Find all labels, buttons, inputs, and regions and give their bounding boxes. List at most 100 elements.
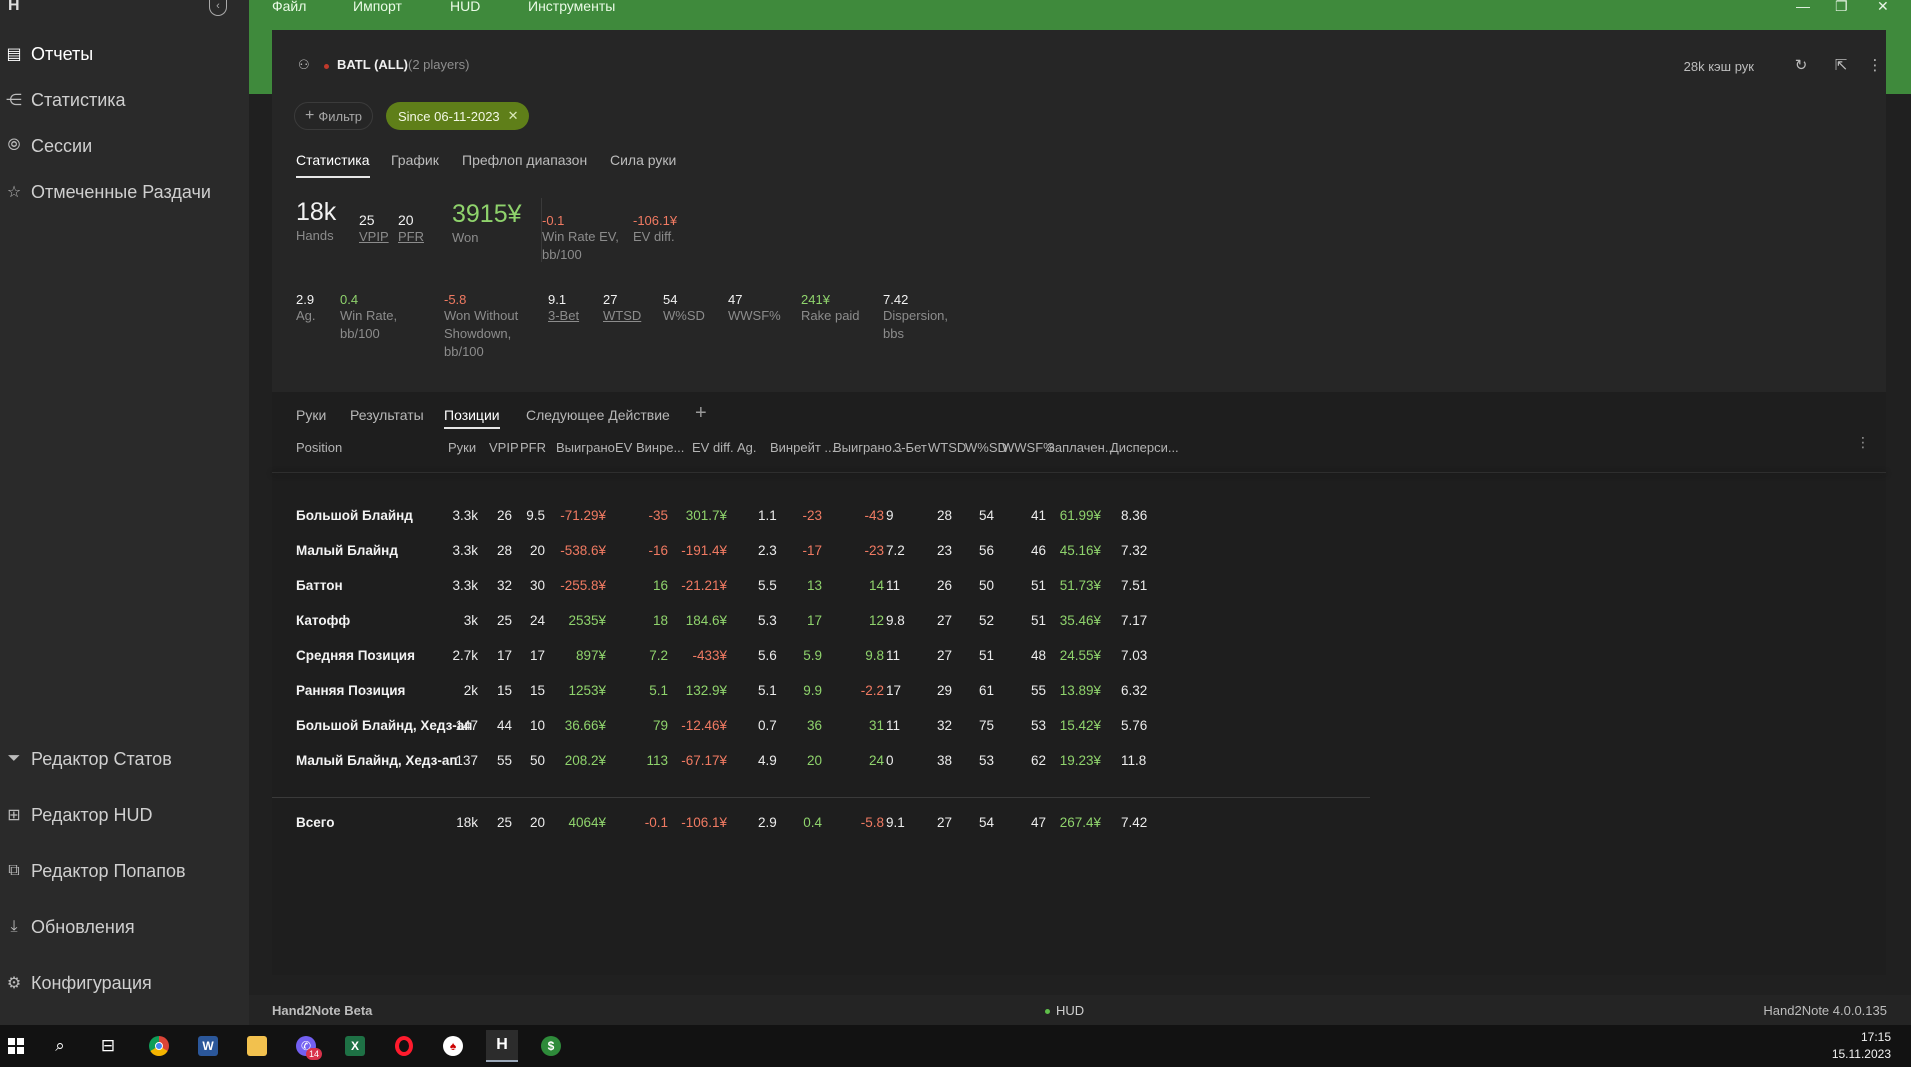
stat-value: 7.42: [883, 292, 909, 307]
table-row[interactable]: Ранняя Позиция 2k 15 15 1253¥ 5.1 132.9¥ 5.1 9.9…: [272, 683, 1392, 718]
column-header-hands[interactable]: Руки: [448, 440, 476, 455]
stat-won: 3915¥ Won: [452, 200, 522, 247]
column-header-ev-winrate[interactable]: EV Винре...: [615, 440, 684, 455]
stat-3bet[interactable]: 9.1 3-Bet: [548, 292, 579, 325]
excel-icon[interactable]: X: [339, 1030, 371, 1062]
refresh-icon[interactable]: ↻: [1792, 56, 1810, 74]
column-header-rake[interactable]: Заплачен...: [1047, 440, 1116, 455]
table-row[interactable]: Баттон 3.3k 32 30 -255.8¥ 16 -21.21¥ 5.5 13 14 11 2…: [272, 578, 1392, 613]
close-icon[interactable]: ✕: [508, 108, 519, 124]
more-vertical-icon[interactable]: ⋮: [1866, 56, 1884, 74]
sidebar-item-label: Отчеты: [31, 43, 94, 64]
stat-wtsd[interactable]: 27 WTSD: [603, 292, 641, 325]
search-icon[interactable]: ⌕: [44, 1030, 76, 1062]
cell-dispersion: 7.03: [1121, 648, 1148, 663]
clock-date: 15.11.2023: [1831, 1047, 1891, 1061]
column-header-won[interactable]: Выиграно: [556, 440, 615, 455]
task-view-icon[interactable]: ⊟: [92, 1030, 124, 1062]
tab-hands[interactable]: Руки: [296, 407, 326, 427]
column-header-ev-diff[interactable]: EV diff.: [692, 440, 734, 455]
player-name[interactable]: BATL (ALL): [337, 57, 408, 72]
cell-ev-diff: -67.17¥: [681, 753, 727, 768]
add-filter-button[interactable]: + Фильтр: [294, 102, 374, 130]
menu-import[interactable]: Импорт: [353, 0, 402, 14]
restore-icon[interactable]: ❐: [1835, 0, 1848, 13]
word-icon[interactable]: W: [192, 1030, 224, 1062]
stat-winrate-ev: -0.1 Win Rate EV, bb/100: [542, 213, 619, 264]
table-row[interactable]: Катофф 3k 25 24 2535¥ 18 184.6¥ 5.3 17 12 9.8 27 52 5…: [272, 613, 1392, 648]
popout-icon[interactable]: ⇱: [1832, 56, 1850, 74]
tab-preflop-range[interactable]: Префлоп диапазон: [462, 152, 587, 178]
column-header-vpip[interactable]: VPIP: [489, 440, 519, 455]
table-row[interactable]: Большой Блайнд 3.3k 26 9.5 -71.29¥ -35 301.7¥ 1…: [272, 508, 1392, 543]
tab-next-action[interactable]: Следующее Действие: [526, 407, 670, 427]
tab-hand-strength[interactable]: Сила руки: [610, 152, 676, 178]
menu-hud[interactable]: HUD: [450, 0, 480, 14]
tab-graph[interactable]: График: [391, 152, 439, 178]
minimize-icon[interactable]: —: [1796, 0, 1810, 13]
more-vertical-icon[interactable]: ⋮: [1856, 434, 1870, 451]
opera-icon[interactable]: [388, 1030, 420, 1062]
cell-rake: 61.99¥: [1059, 508, 1101, 523]
column-header-ag[interactable]: Ag.: [737, 440, 757, 455]
file-explorer-icon[interactable]: [241, 1030, 273, 1062]
poker-client-icon[interactable]: ♠: [437, 1030, 469, 1062]
sidebar-item-updates[interactable]: ⤓ Обновления: [0, 907, 249, 947]
tab-statistics[interactable]: Статистика: [296, 152, 370, 178]
cell-rake: 267.4¥: [1059, 815, 1101, 830]
close-icon[interactable]: ✕: [1877, 0, 1889, 13]
tab-results[interactable]: Результаты: [350, 407, 424, 427]
column-header-wtsd[interactable]: WTSD: [928, 440, 966, 455]
column-header-pfr[interactable]: PFR: [520, 440, 546, 455]
cell-dispersion: 7.51: [1121, 578, 1148, 593]
tab-positions[interactable]: Позиции: [444, 407, 500, 429]
hud-status[interactable]: HUD: [1045, 1003, 1084, 1018]
app-icon[interactable]: $: [535, 1030, 567, 1062]
column-header-wsd[interactable]: W%SD: [965, 440, 1007, 455]
system-clock[interactable]: 17:15 15.11.2023: [1832, 1029, 1891, 1063]
column-header-won-wo-sd[interactable]: Выиграно...: [833, 440, 903, 455]
column-header-dispersion[interactable]: Дисперси...: [1110, 440, 1179, 455]
chrome-icon[interactable]: [143, 1030, 175, 1062]
date-filter-chip[interactable]: Since 06-11-2023 ✕: [386, 102, 529, 130]
broadcast-icon: ⦾: [7, 137, 21, 154]
sidebar-item-statistics[interactable]: ⋲ Статистика: [0, 80, 249, 120]
chevron-left-icon[interactable]: ‹: [209, 0, 227, 16]
sidebar-item-marked-hands[interactable]: ☆ Отмеченные Раздачи: [0, 172, 249, 212]
sidebar-item-hud-editor[interactable]: ⊞ Редактор HUD: [0, 795, 249, 835]
stat-pfr[interactable]: 20 PFR: [398, 212, 424, 246]
hand2note-icon[interactable]: H: [486, 1030, 518, 1062]
cell-rake: 45.16¥: [1059, 543, 1101, 558]
sidebar-item-label: Отмеченные Раздачи: [31, 181, 211, 202]
column-header-winrate[interactable]: Винрейт ...: [770, 440, 835, 455]
sidebar-item-popup-editor[interactable]: ⧉ Редактор Попапов: [0, 851, 249, 891]
hud-status-label: HUD: [1056, 1003, 1085, 1018]
add-tab-icon[interactable]: +: [695, 402, 707, 425]
sidebar-item-label: Обновления: [31, 916, 135, 937]
column-header-3bet[interactable]: 3-Бет: [894, 440, 927, 455]
viber-icon[interactable]: ✆ 14: [290, 1030, 322, 1062]
player-icon[interactable]: ⚇: [298, 57, 314, 73]
windows-start-icon[interactable]: [0, 1030, 32, 1062]
menu-tools[interactable]: Инструменты: [528, 0, 615, 14]
stat-label: Rake paid: [801, 308, 860, 323]
stat-value: -0.1: [542, 213, 565, 228]
sidebar-item-reports[interactable]: ▤ Отчеты: [0, 34, 249, 74]
sidebar-item-sessions[interactable]: ⦾ Сессии: [0, 126, 249, 166]
stat-label: bb/100: [444, 344, 484, 359]
sidebar-item-stat-editor[interactable]: ⏷ Редактор Статов: [0, 739, 249, 779]
stat-value: 20: [398, 212, 414, 228]
sidebar-item-label: Редактор Статов: [31, 748, 172, 769]
menu-file[interactable]: Файл: [272, 0, 306, 14]
sidebar-item-configuration[interactable]: ⚙ Конфигурация: [0, 963, 249, 1003]
table-row[interactable]: Большой Блайнд, Хедз-ап 147 44 10 36.66¥ 79 -1…: [272, 718, 1392, 753]
cell-rake: 15.42¥: [1059, 718, 1101, 733]
table-row[interactable]: Средняя Позиция 2.7k 17 17 897¥ 7.2 -433¥ 5.6 5.…: [272, 648, 1392, 683]
column-header-position[interactable]: Position: [296, 440, 342, 455]
table-row-total[interactable]: Всего 18k 25 20 4064¥ -0.1 -106.1¥ 2.9 0.4 -5.8 9.…: [272, 815, 1392, 850]
table-row[interactable]: Малый Блайнд, Хедз-ап 137 55 50 208.2¥ 113 -67…: [272, 753, 1392, 788]
stat-value: 241¥: [801, 292, 830, 307]
report-icon: ▤: [6, 46, 22, 63]
stat-vpip[interactable]: 25 VPIP: [359, 212, 389, 246]
table-row[interactable]: Малый Блайнд 3.3k 28 20 -538.6¥ -16 -191.4¥ 2.3…: [272, 543, 1392, 578]
